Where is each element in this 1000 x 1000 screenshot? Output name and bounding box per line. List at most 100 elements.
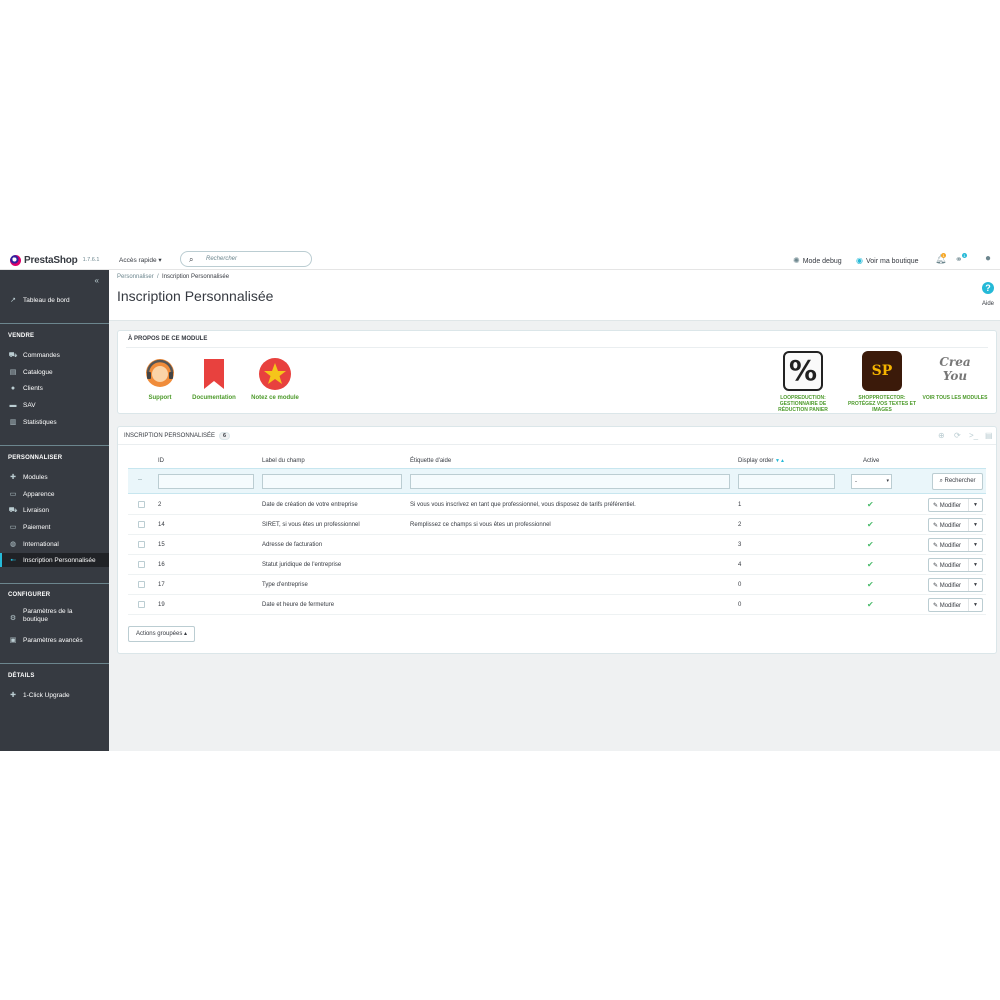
row-checkbox[interactable] — [138, 601, 145, 608]
sidebar-item-international[interactable]: ◍ International — [0, 537, 109, 551]
loopreduction-module-link[interactable]: % LOOPREDUCTION: GESTIONNAIRE DE RÉDUCTI… — [766, 351, 840, 413]
sidebar-item-advanced-settings[interactable]: ▣ Paramètres avancés — [0, 633, 109, 647]
view-shop-link[interactable]: ◉ Voir ma boutique — [856, 256, 919, 265]
list-title-text: INSCRIPTION PERSONNALISÉE — [124, 433, 216, 439]
puzzle-icon: ✚ — [10, 474, 16, 481]
debug-mode-indicator[interactable]: ✺ Mode debug — [793, 256, 842, 265]
truck-icon: ⛟ — [8, 506, 18, 514]
edit-button[interactable]: ✎ Modifier ▼ — [928, 538, 983, 552]
sidebar-item-custom-registration[interactable]: ▪▫ Inscription Personnalisée — [0, 553, 109, 567]
edit-button[interactable]: ✎ Modifier ▼ — [928, 498, 983, 512]
sidebar-item-catalog[interactable]: ▤ Catalogue — [0, 365, 109, 379]
table-row[interactable]: 17 Type d'entreprise 0 ✔ ✎ Modifier ▼ — [128, 575, 986, 595]
filter-label-input[interactable] — [262, 474, 402, 489]
table-row[interactable]: 19 Date et heure de fermeture 0 ✔ ✎ Modifier… — [128, 595, 986, 615]
active-check-icon[interactable]: ✔ — [867, 580, 874, 589]
sidebar-item-appearance[interactable]: ▭ Apparence — [0, 487, 109, 501]
active-check-icon[interactable]: ✔ — [867, 560, 874, 569]
column-header-id[interactable]: ID — [158, 458, 164, 464]
edit-button[interactable]: ✎ Modifier ▼ — [928, 518, 983, 532]
sidebar-item-customers[interactable]: ● Clients — [0, 381, 109, 395]
table-row[interactable]: 2 Date de création de votre entreprise Si … — [128, 495, 986, 515]
add-new-icon[interactable]: ⊕ — [938, 431, 945, 440]
table-row[interactable]: 16 Statut juridique de l'entreprise 4 ✔ ✎ Mo… — [128, 555, 986, 575]
sidebar-item-shipping[interactable]: ⛟ Livraison — [0, 503, 109, 517]
active-check-icon[interactable]: ✔ — [867, 600, 874, 609]
edit-button[interactable]: ✎ Modifier ▼ — [928, 578, 983, 592]
table-row[interactable]: 14 SIRET, si vous êtes un professionnel Re… — [128, 515, 986, 535]
loopreduction-label: LOOPREDUCTION: GESTIONNAIRE DE RÉDUCTION… — [778, 395, 828, 413]
help-label[interactable]: Aide — [982, 301, 994, 307]
cell-id: 2 — [158, 502, 162, 508]
caret-down-icon[interactable]: ▼ — [968, 539, 982, 551]
sidebar-item-modules[interactable]: ✚ Modules — [0, 470, 109, 484]
row-checkbox[interactable] — [138, 581, 145, 588]
sidebar-item-label: 1-Click Upgrade — [23, 691, 70, 699]
export-icon[interactable]: ▤ — [985, 431, 993, 440]
caret-down-icon[interactable]: ▼ — [968, 519, 982, 531]
active-check-icon[interactable]: ✔ — [867, 500, 874, 509]
edit-button[interactable]: ✎ Modifier ▼ — [928, 558, 983, 572]
help-icon[interactable]: ? — [982, 282, 994, 294]
cell-label: SIRET, si vous êtes un professionnel — [262, 522, 360, 528]
sql-query-icon[interactable]: >_ — [969, 431, 978, 440]
sidebar: « ↗ Tableau de bord VENDRE ⛟ Commandes ▤ Ca… — [0, 270, 109, 751]
sidebar-item-payment[interactable]: ▭ Paiement — [0, 520, 109, 534]
row-checkbox[interactable] — [138, 541, 145, 548]
breadcrumb-separator: / — [157, 274, 159, 280]
edit-button-label: ✎ Modifier — [933, 562, 961, 569]
settings-box-icon: ▣ — [9, 637, 17, 644]
sidebar-item-stats[interactable]: ▥ Statistiques — [0, 415, 109, 429]
pencil-icon: ✎ — [933, 583, 939, 589]
filter-active-select[interactable]: - ▾ — [851, 474, 892, 489]
caret-down-icon[interactable]: ▼ — [968, 499, 982, 511]
sort-arrows-icon[interactable]: ▼▲ — [775, 458, 785, 464]
magnifier-icon: ⌕ — [939, 478, 943, 484]
cell-id: 15 — [158, 542, 165, 548]
support-link[interactable]: Support — [140, 357, 180, 401]
row-checkbox[interactable] — [138, 521, 145, 528]
edit-button[interactable]: ✎ Modifier ▼ — [928, 598, 983, 612]
sidebar-item-label: Clients — [23, 384, 43, 392]
row-checkbox[interactable] — [138, 561, 145, 568]
breadcrumb-parent[interactable]: Personnaliser — [117, 274, 154, 280]
rate-module-link[interactable]: Notez ce module — [248, 357, 302, 401]
cell-label: Statut juridique de l'entreprise — [262, 562, 342, 568]
search-button[interactable]: ⌕ Rechercher — [932, 473, 983, 490]
sidebar-item-shop-settings[interactable]: ⚙ Paramètres de la boutique — [0, 608, 109, 630]
quick-access-menu[interactable]: Accès rapide ▾ — [119, 256, 162, 264]
shopprotector-module-link[interactable]: SP SHOPPROTECTOR: PROTÉGEZ VOS TEXTES ET… — [846, 351, 918, 413]
column-header-display-order[interactable]: Display order ▼▲ — [738, 458, 785, 464]
search-input[interactable]: ⌕ Rechercher — [180, 251, 312, 267]
caret-down-icon[interactable]: ▼ — [968, 579, 982, 591]
cell-id: 17 — [158, 582, 165, 588]
documentation-link[interactable]: Documentation — [190, 357, 238, 401]
filter-order-input[interactable] — [738, 474, 835, 489]
pencil-icon: ✎ — [933, 603, 939, 609]
sidebar-item-upgrade[interactable]: ✚ 1-Click Upgrade — [0, 688, 109, 702]
page-title: Inscription Personnalisée — [117, 288, 274, 304]
caret-down-icon[interactable]: ▼ — [968, 599, 982, 611]
filter-id-input[interactable] — [158, 474, 254, 489]
bulk-actions-button[interactable]: Actions groupées ▴ — [128, 626, 195, 642]
table-row[interactable]: 15 Adresse de facturation 3 ✔ ✎ Modifier ▼ — [128, 535, 986, 555]
prestashop-logo[interactable]: PrestaShop 1.7.6.1 — [10, 254, 99, 266]
sidebar-item-sav[interactable]: ▬ SAV — [0, 398, 109, 412]
active-check-icon[interactable]: ✔ — [867, 520, 874, 529]
sidebar-item-label: Paramètres de la boutique — [23, 608, 73, 623]
caret-down-icon[interactable]: ▼ — [968, 559, 982, 571]
user-account-icon[interactable]: ● — [985, 253, 991, 264]
row-checkbox[interactable] — [138, 501, 145, 508]
all-modules-link[interactable]: Crea You VOIR TOUS LES MODULES — [920, 351, 990, 401]
edit-text: Modifier — [939, 523, 962, 529]
column-header-label[interactable]: Label du champ — [262, 458, 305, 464]
sidebar-item-dashboard[interactable]: ↗ Tableau de bord — [0, 293, 109, 307]
filter-help-input[interactable] — [410, 474, 730, 489]
collapse-sidebar-icon[interactable]: « — [95, 276, 99, 285]
column-header-active[interactable]: Active — [863, 458, 879, 464]
column-header-help[interactable]: Étiquette d'aide — [410, 458, 451, 464]
sidebar-item-orders[interactable]: ⛟ Commandes — [0, 348, 109, 362]
refresh-icon[interactable]: ⟳ — [954, 431, 961, 440]
active-check-icon[interactable]: ✔ — [867, 540, 874, 549]
edit-button-label: ✎ Modifier — [933, 542, 961, 549]
